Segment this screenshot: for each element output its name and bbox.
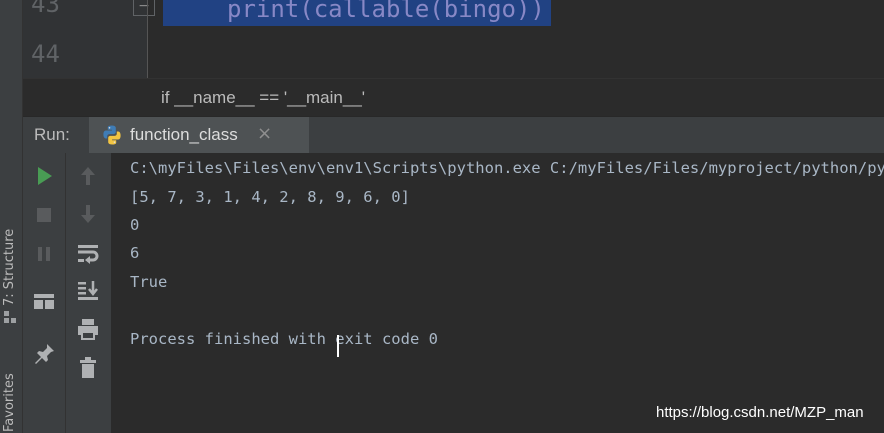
- pause-icon[interactable]: [31, 241, 57, 267]
- fold-toggle[interactable]: −: [133, 0, 155, 16]
- run-toolbar-primary: [23, 153, 65, 433]
- line-number: 44: [31, 40, 60, 68]
- console-line: 6: [130, 244, 140, 262]
- breadcrumb-item[interactable]: if __name__ == '__main__': [161, 88, 365, 108]
- console-line: 0: [130, 216, 140, 234]
- selected-code-line[interactable]: print(callable(bingo)): [163, 0, 551, 26]
- structure-tab-label: 7: Structure: [2, 228, 17, 306]
- console-line: Process finished with exit code 0: [130, 330, 438, 348]
- python-icon: [103, 125, 121, 145]
- up-arrow-icon[interactable]: [75, 163, 101, 189]
- soft-wrap-icon[interactable]: [75, 241, 101, 267]
- favorites-tab[interactable]: Favorites: [0, 360, 22, 433]
- gutter-divider: [147, 0, 148, 78]
- console-line: [5, 7, 3, 1, 4, 2, 8, 9, 6, 0]: [130, 188, 410, 206]
- trash-icon[interactable]: [75, 355, 101, 381]
- console-line: True: [130, 273, 168, 291]
- breadcrumb: if __name__ == '__main__': [23, 78, 884, 117]
- layout-icon[interactable]: [31, 289, 57, 315]
- run-tab-label: function_class: [130, 125, 238, 144]
- print-icon[interactable]: [75, 316, 101, 342]
- scroll-to-end-icon[interactable]: [75, 277, 101, 303]
- run-icon[interactable]: [31, 163, 57, 189]
- structure-tab[interactable]: 7: Structure: [0, 210, 22, 330]
- watermark: https://blog.csdn.net/MZP_man: [656, 404, 864, 421]
- console-line: C:\myFiles\Files\env\env1\Scripts\python…: [130, 159, 884, 177]
- text-caret: [337, 335, 339, 357]
- down-arrow-icon[interactable]: [75, 201, 101, 227]
- run-toolbar-secondary: [65, 153, 111, 433]
- favorites-tab-label: Favorites: [2, 373, 17, 432]
- console-output[interactable]: C:\myFiles\Files\env\env1\Scripts\python…: [111, 153, 884, 433]
- structure-icon: [4, 311, 16, 323]
- stop-icon[interactable]: [31, 202, 57, 228]
- run-panel-header: Run: function_class ×: [23, 116, 884, 154]
- close-icon[interactable]: ×: [257, 123, 272, 145]
- pin-icon[interactable]: [31, 341, 57, 367]
- run-tab-function-class[interactable]: function_class ×: [89, 117, 309, 153]
- line-number: 43: [31, 0, 60, 18]
- run-label: Run:: [34, 125, 70, 144]
- line-gutter: 43 44 −: [23, 0, 155, 78]
- left-tool-strip: 7: Structure Favorites: [0, 0, 23, 433]
- code-editor[interactable]: 43 44 − print(callable(bingo)): [23, 0, 884, 78]
